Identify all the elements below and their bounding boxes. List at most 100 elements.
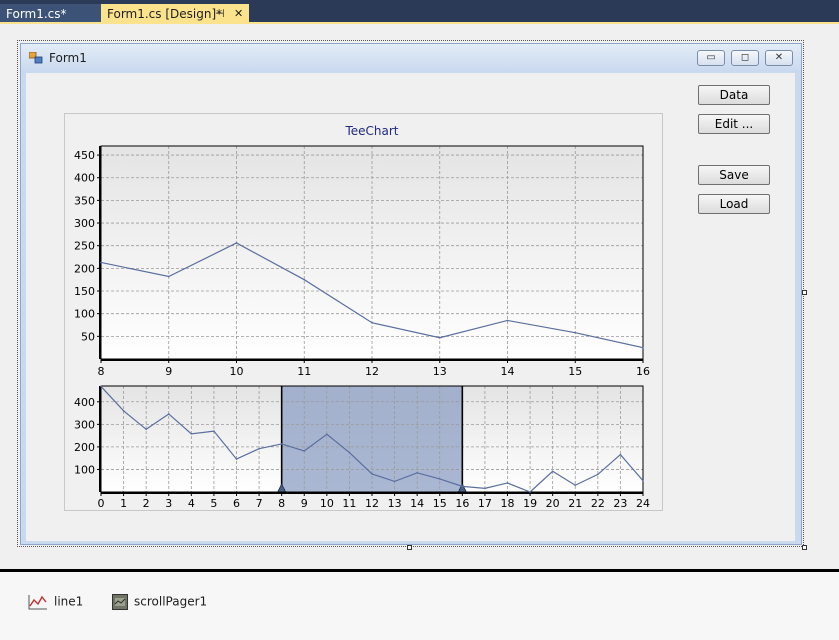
x-tick-label: 23: [613, 497, 627, 510]
y-tick-label: 450: [74, 149, 95, 162]
x-tick-label: 8: [98, 365, 105, 378]
y-tick-label: 200: [74, 262, 95, 275]
x-tick-label: 11: [342, 497, 356, 510]
x-tick-label: 9: [301, 497, 308, 510]
series-point: [348, 451, 351, 454]
x-tick-label: 6: [233, 497, 240, 510]
x-tick-label: 21: [568, 497, 582, 510]
chart-title: TeeChart: [344, 124, 398, 138]
series-point: [167, 413, 170, 415]
x-tick-label: 1: [120, 497, 127, 510]
y-tick-label: 300: [74, 418, 95, 431]
maximize-icon: ◻: [740, 52, 750, 63]
series-point: [258, 447, 260, 450]
tray-item-line1[interactable]: line1: [28, 594, 83, 610]
load-button[interactable]: Load: [698, 194, 770, 214]
document-tab-bar: Form1.cs* Form1.cs [Design]* ⊣ ✕: [0, 0, 839, 24]
x-tick-label: 9: [165, 365, 172, 378]
x-tick-label: 14: [501, 365, 515, 378]
form-title-bar: Form1 ▭ ◻ ✕: [21, 44, 801, 72]
series-point: [303, 450, 306, 452]
y-tick-label: 400: [74, 172, 95, 185]
series-point: [642, 346, 644, 349]
save-button[interactable]: Save: [698, 165, 770, 185]
x-tick-label: 16: [455, 497, 469, 510]
scroll-pager-chart[interactable]: 0 1 2 3 4 5 6 7 8 9 10 11 12 13 14 15 16 17 18 19 20 21 22 23 24…: [74, 385, 650, 510]
x-tick-label: 5: [210, 497, 217, 510]
x-tick-label: 17: [478, 497, 492, 510]
x-tick-label: 20: [546, 497, 560, 510]
close-icon[interactable]: ✕: [234, 4, 243, 24]
x-tick-label: 10: [320, 497, 334, 510]
x-tick-label: 15: [433, 497, 447, 510]
teechart-control[interactable]: 8 9 10 11 12 13 14 15 16 50 100 150 200 250 300 350 400 4…: [64, 113, 663, 511]
form-icon: [29, 52, 43, 64]
x-tick-label: 10: [230, 365, 244, 378]
series-point: [167, 275, 170, 278]
x-tick-label: 8: [278, 497, 285, 510]
x-tick-label: 19: [523, 497, 537, 510]
series-point: [393, 480, 396, 483]
series-point: [506, 319, 509, 322]
series-point: [145, 428, 147, 431]
series-point: [416, 472, 418, 474]
x-tick-label: 0: [98, 497, 105, 510]
minimize-icon: ▭: [706, 52, 716, 63]
pin-icon[interactable]: ⊣: [215, 4, 225, 24]
series-point: [529, 491, 531, 493]
series-point: [484, 487, 486, 490]
x-tick-label: 16: [636, 365, 650, 378]
tab-form1-cs[interactable]: Form1.cs*: [0, 4, 101, 24]
x-tick-label: 12: [365, 497, 379, 510]
resize-handle-bottom[interactable]: [407, 545, 412, 550]
series-point: [597, 473, 599, 476]
series-point: [235, 458, 238, 460]
series-point: [100, 385, 102, 388]
resize-handle-corner[interactable]: [802, 545, 807, 550]
y-tick-label: 100: [74, 463, 95, 476]
x-tick-label: 15: [568, 365, 582, 378]
x-tick-label: 24: [636, 497, 650, 510]
series-point: [235, 242, 238, 244]
series-point: [326, 433, 328, 436]
y-tick-label: 100: [74, 308, 95, 321]
tab-label: Form1.cs*: [6, 7, 67, 21]
resize-handle-right[interactable]: [802, 290, 807, 295]
series-point: [461, 485, 464, 488]
main-chart: 8 9 10 11 12 13 14 15 16 50 100 150 200 250 300 350 400 4…: [74, 124, 650, 378]
form-window[interactable]: Form1 ▭ ◻ ✕ 8 9 10 11 12 13 14 15 16 50 100 150 200 2…: [20, 43, 802, 545]
close-button[interactable]: ✕: [765, 50, 793, 66]
data-button[interactable]: Data: [698, 85, 770, 105]
x-tick-label: 3: [165, 497, 172, 510]
y-tick-label: 200: [74, 441, 95, 454]
series-point: [371, 473, 373, 475]
edit-button[interactable]: Edit ...: [698, 114, 770, 134]
minimize-button[interactable]: ▭: [697, 50, 725, 66]
series-point: [574, 484, 577, 487]
maximize-button[interactable]: ◻: [731, 50, 759, 66]
x-tick-label: 4: [188, 497, 195, 510]
x-tick-label: 7: [256, 497, 263, 510]
series-point: [506, 482, 509, 484]
y-tick-label: 350: [74, 194, 95, 207]
series-point: [122, 410, 125, 412]
form-client-area: 8 9 10 11 12 13 14 15 16 50 100 150 200 250 300 350 400 4…: [26, 73, 795, 541]
y-tick-label: 300: [74, 217, 95, 230]
series-point: [100, 261, 102, 264]
x-tick-label: 13: [433, 365, 447, 378]
tab-form1-design[interactable]: Form1.cs [Design]* ⊣ ✕: [101, 4, 249, 24]
series-point: [438, 336, 441, 339]
series-point: [574, 331, 577, 334]
tab-label: Form1.cs [Design]*: [107, 7, 223, 21]
x-tick-label: 2: [143, 497, 150, 510]
series-point: [551, 470, 554, 473]
series-point: [642, 479, 644, 482]
y-tick-label: 250: [74, 240, 95, 253]
x-tick-label: 22: [591, 497, 605, 510]
x-tick-label: 14: [410, 497, 424, 510]
x-tick-label: 11: [297, 365, 311, 378]
tray-item-label: scrollPager1: [134, 594, 208, 609]
tray-item-scrollpager1[interactable]: scrollPager1: [112, 594, 207, 610]
series-point: [303, 278, 306, 281]
form-title: Form1: [49, 51, 87, 65]
